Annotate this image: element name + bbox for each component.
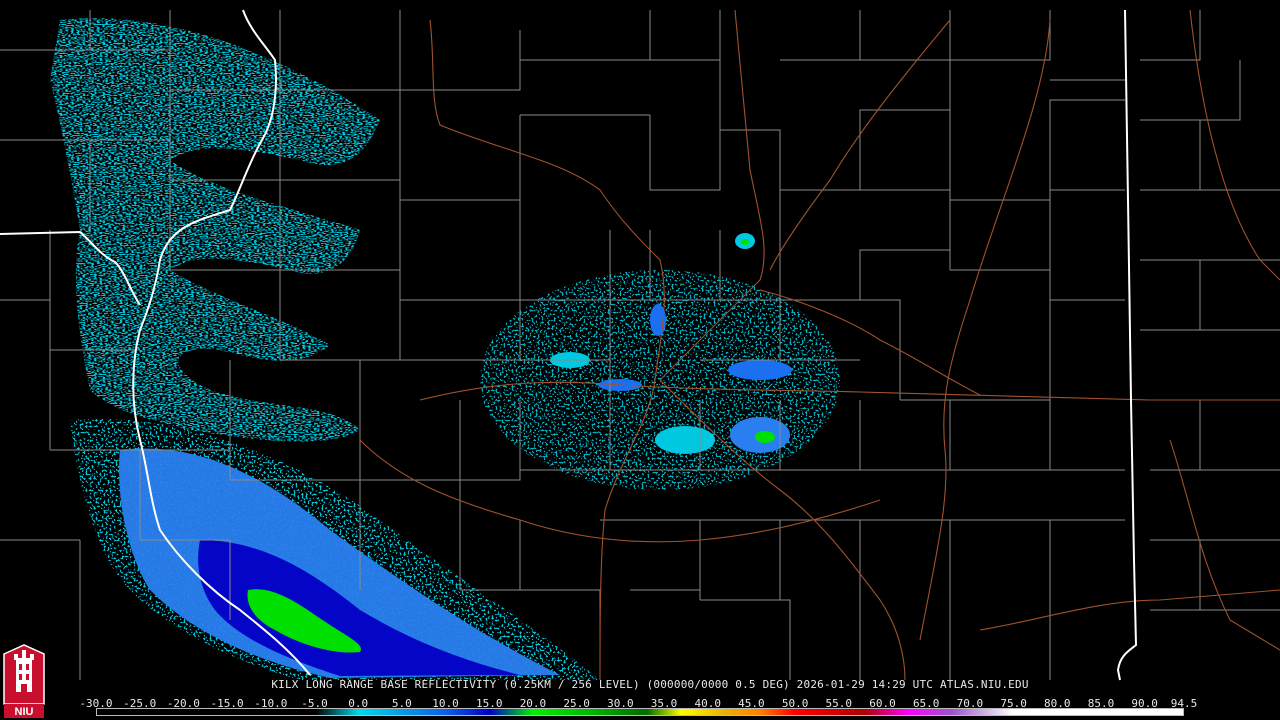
reflectivity-echoes: [50, 18, 840, 680]
product-caption: KILX LONG RANGE BASE REFLECTIVITY (0.25K…: [271, 678, 1029, 691]
echo-band-north: [50, 18, 380, 442]
color-scale-bar: [96, 708, 1184, 716]
radar-map: [0, 9, 1280, 681]
niu-logo-text: NIU: [15, 706, 34, 718]
state-border-east: [1116, 9, 1138, 681]
